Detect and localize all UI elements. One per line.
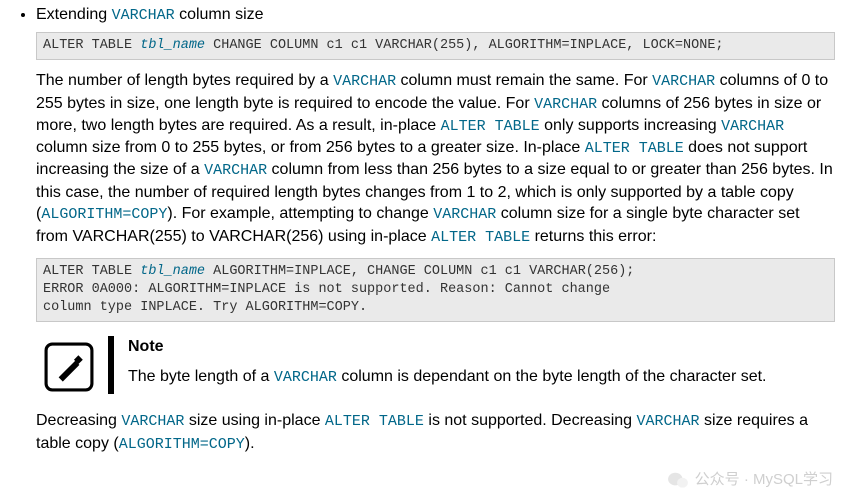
- text: size using in-place: [184, 412, 325, 429]
- keyword-varchar: VARCHAR: [652, 73, 715, 90]
- content-list: Extending VARCHAR column size ALTER TABL…: [14, 4, 835, 455]
- text: column must remain the same. For: [396, 72, 652, 89]
- text: column size: [175, 6, 264, 23]
- text: The number of length bytes required by a: [36, 72, 333, 89]
- keyword-alter-table: ALTER TABLE: [585, 140, 684, 157]
- keyword-varchar: VARCHAR: [121, 413, 184, 430]
- code-placeholder: tbl_name: [140, 38, 205, 53]
- text: is not supported. Decreasing: [424, 412, 637, 429]
- text: The byte length of a: [128, 368, 274, 385]
- keyword-varchar: VARCHAR: [204, 162, 267, 179]
- keyword-algorithm-copy: ALGORITHM=COPY: [41, 206, 167, 223]
- keyword-alter-table: ALTER TABLE: [431, 229, 530, 246]
- keyword-varchar: VARCHAR: [433, 206, 496, 223]
- note-body: Note The byte length of a VARCHAR column…: [128, 332, 767, 398]
- watermark-text: 公众号 · MySQL学习: [695, 470, 833, 490]
- text: ). For example, attempting to change: [167, 205, 433, 222]
- text: ).: [245, 435, 255, 452]
- keyword-varchar: VARCHAR: [112, 7, 175, 24]
- code-block-2: ALTER TABLE tbl_name ALGORITHM=INPLACE, …: [36, 258, 835, 323]
- note-title: Note: [128, 336, 767, 358]
- note-text: The byte length of a VARCHAR column is d…: [128, 366, 767, 388]
- text: Decreasing: [36, 412, 121, 429]
- watermark: 公众号 · MySQL学习: [667, 470, 833, 490]
- list-item: Extending VARCHAR column size ALTER TABL…: [36, 4, 835, 455]
- code-text: ALTER TABLE: [43, 264, 140, 279]
- keyword-varchar: VARCHAR: [274, 369, 337, 386]
- paragraph-1: The number of length bytes required by a…: [36, 70, 835, 247]
- keyword-varchar: VARCHAR: [721, 118, 784, 135]
- wechat-icon: [667, 471, 689, 489]
- note-icon: [44, 342, 94, 392]
- code-text: ALTER TABLE: [43, 38, 140, 53]
- code-placeholder: tbl_name: [140, 264, 205, 279]
- section-title: Extending VARCHAR column size: [36, 4, 835, 26]
- text: Extending: [36, 6, 112, 23]
- note-box: Note The byte length of a VARCHAR column…: [36, 332, 835, 398]
- text: column size from 0 to 255 bytes, or from…: [36, 139, 585, 156]
- keyword-alter-table: ALTER TABLE: [441, 118, 540, 135]
- code-text: CHANGE COLUMN c1 c1 VARCHAR(255), ALGORI…: [205, 38, 723, 53]
- keyword-algorithm-copy: ALGORITHM=COPY: [119, 436, 245, 453]
- text: returns this error:: [530, 228, 656, 245]
- paragraph-2: Decreasing VARCHAR size using in-place A…: [36, 410, 835, 455]
- keyword-varchar: VARCHAR: [534, 96, 597, 113]
- code-block-1: ALTER TABLE tbl_name CHANGE COLUMN c1 c1…: [36, 32, 835, 60]
- note-divider: [108, 336, 114, 394]
- keyword-alter-table: ALTER TABLE: [325, 413, 424, 430]
- keyword-varchar: VARCHAR: [637, 413, 700, 430]
- text: only supports increasing: [540, 117, 721, 134]
- keyword-varchar: VARCHAR: [333, 73, 396, 90]
- text: column is dependant on the byte length o…: [337, 368, 767, 385]
